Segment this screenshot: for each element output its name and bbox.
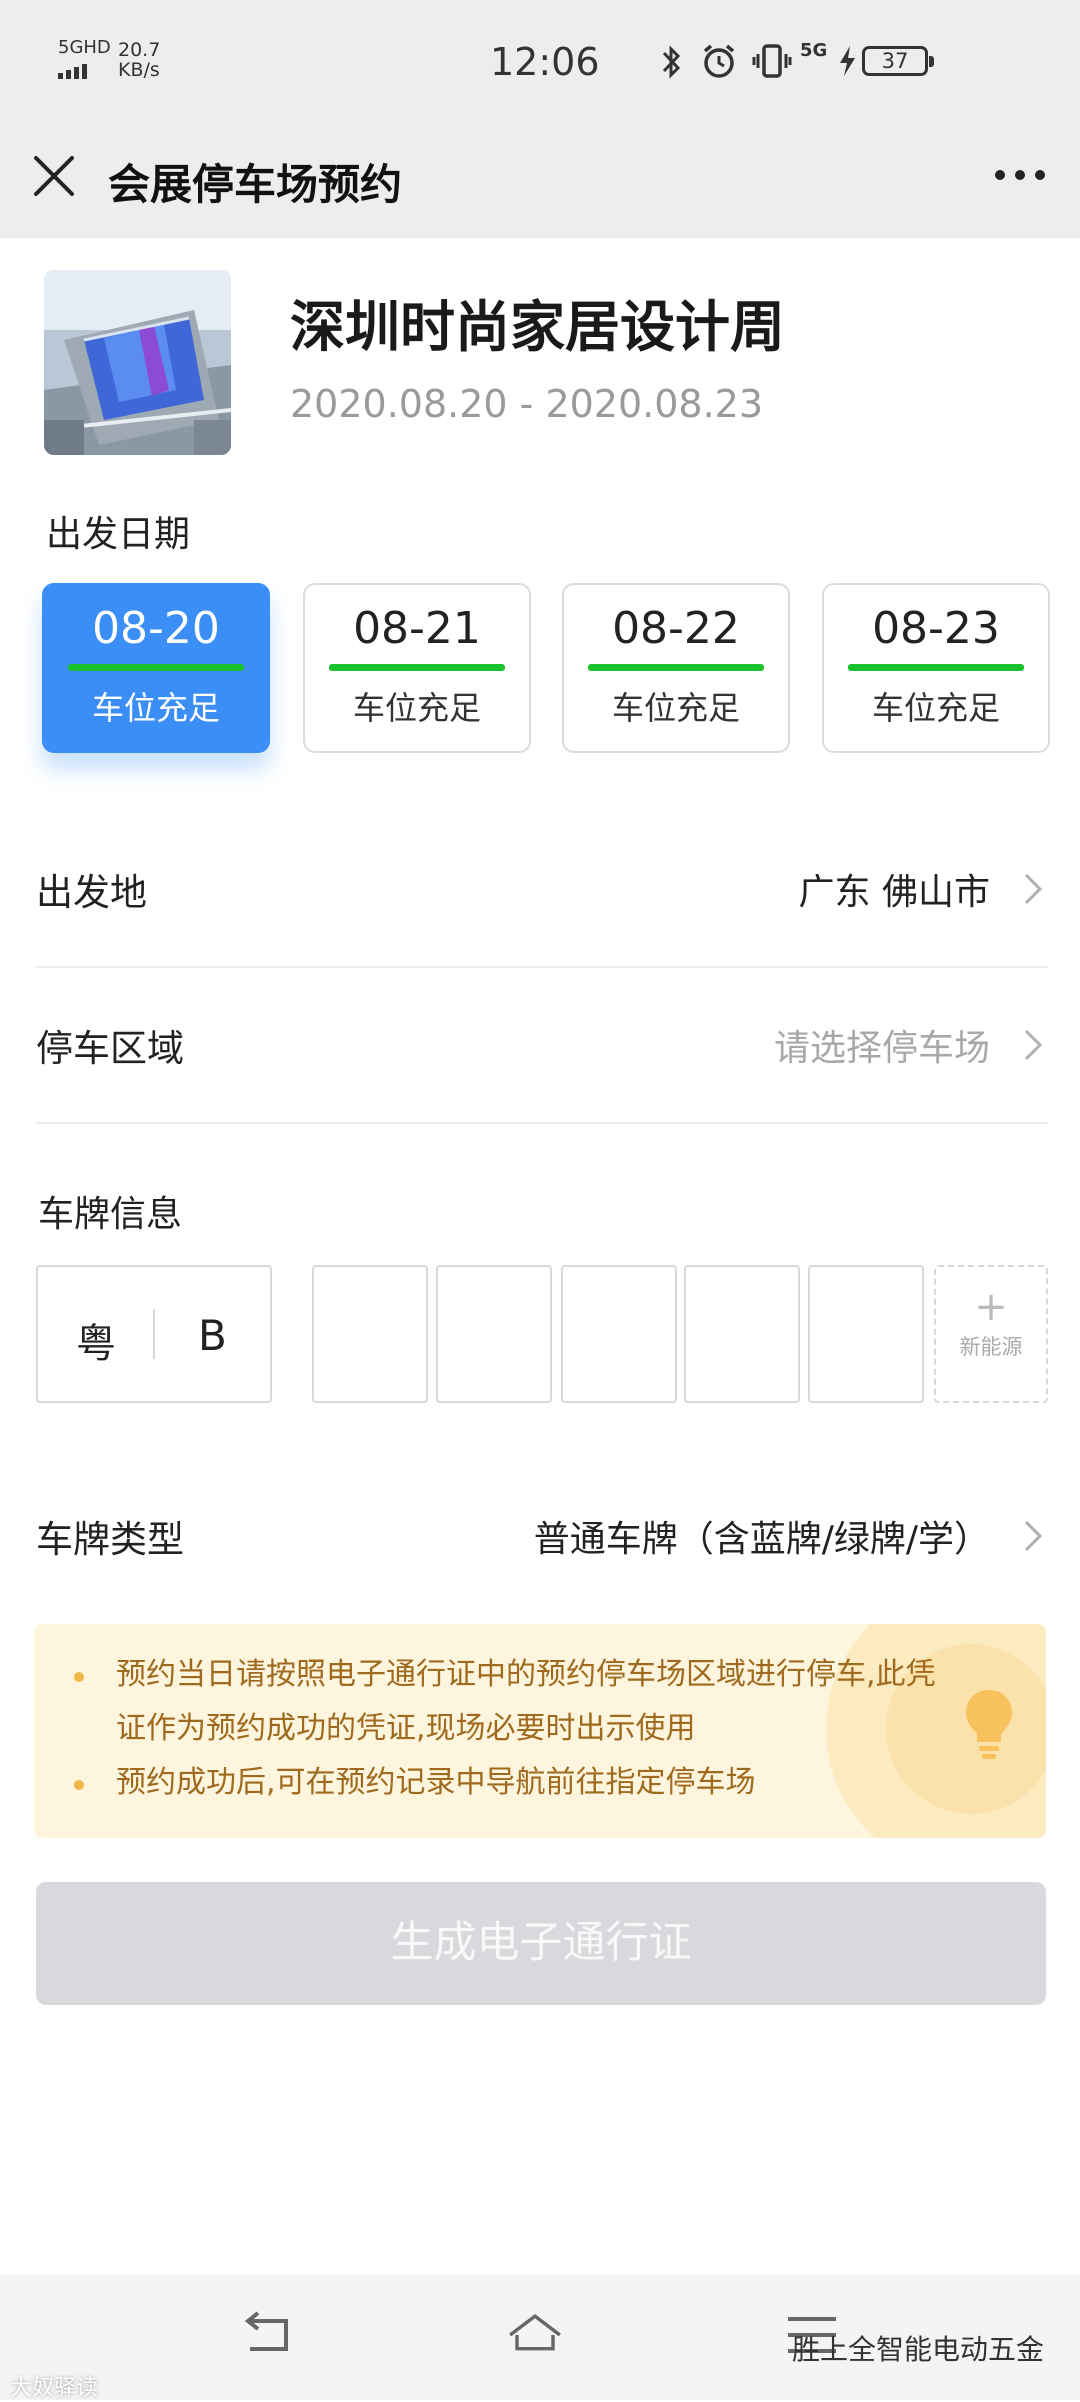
- notice-box: 预约当日请按照电子通行证中的预约停车场区域进行停车,此凭证作为预约成功的凭证,现…: [34, 1624, 1046, 1838]
- network-type: 5GHD: [58, 37, 111, 58]
- plate-type-label: 车牌类型: [36, 1518, 184, 1561]
- event-title: 深圳时尚家居设计周: [290, 295, 786, 359]
- date-option-status: 车位充足: [91, 689, 220, 727]
- date-option[interactable]: 08-21 车位充足: [303, 583, 531, 753]
- bluetooth-icon: [662, 45, 681, 79]
- availability-bar: [588, 664, 764, 671]
- date-option[interactable]: 08-23 车位充足: [822, 583, 1050, 753]
- chevron-right-icon: [1024, 1520, 1043, 1552]
- date-option[interactable]: 08-22 车位充足: [562, 583, 790, 753]
- chevron-right-icon: [1024, 873, 1043, 905]
- plate-prefix-selector[interactable]: 粤 B: [36, 1265, 272, 1403]
- more-icon[interactable]: [990, 149, 1050, 201]
- back-icon[interactable]: [238, 2305, 298, 2365]
- notice-item: 预约当日请按照电子通行证中的预约停车场区域进行停车,此凭证作为预约成功的凭证,现…: [74, 1648, 964, 1756]
- network-speed-value: 20.7: [118, 39, 161, 61]
- notice-item: 预约成功后,可在预约记录中导航前往指定停车场: [74, 1756, 964, 1810]
- plus-icon: +: [974, 1284, 1008, 1330]
- plate-char-input[interactable]: [436, 1265, 552, 1403]
- new-energy-label: 新能源: [959, 1335, 1023, 1359]
- generate-pass-button[interactable]: 生成电子通行证: [36, 1882, 1046, 2005]
- origin-row[interactable]: 出发地 广东 佛山市: [36, 812, 1048, 968]
- plate-char-input[interactable]: [312, 1265, 428, 1403]
- network-indicator: 5GHD: [58, 37, 111, 79]
- clock: 12:06: [490, 40, 600, 84]
- network-speed: 20.7 KB/s: [118, 40, 160, 80]
- date-option-date: 08-23: [872, 603, 1000, 654]
- signal-bars-icon: [58, 60, 90, 79]
- 5g-indicator: 5G: [800, 40, 828, 61]
- event-dates: 2020.08.20 - 2020.08.23: [290, 382, 764, 426]
- watermark-right: 胜上全智能电动五金: [791, 2333, 1044, 2366]
- origin-label: 出发地: [36, 871, 147, 914]
- date-option[interactable]: 08-20 车位充足: [42, 583, 270, 753]
- availability-bar: [848, 664, 1024, 671]
- plate-letter: B: [198, 1311, 227, 1360]
- event-thumbnail: [44, 270, 231, 455]
- lightbulb-icon: [966, 1690, 1012, 1759]
- chevron-right-icon: [1024, 1029, 1043, 1061]
- new-energy-plate-button[interactable]: + 新能源: [934, 1265, 1048, 1403]
- plate-type-row[interactable]: 车牌类型 普通车牌（含蓝牌/绿牌/学）: [36, 1458, 1048, 1614]
- charging-icon: [840, 46, 855, 76]
- notice-list: 预约当日请按照电子通行证中的预约停车场区域进行停车,此凭证作为预约成功的凭证,现…: [74, 1648, 964, 1810]
- parking-area-row[interactable]: 停车区域 请选择停车场: [36, 968, 1048, 1124]
- network-speed-unit: KB/s: [118, 59, 160, 81]
- alarm-icon: [703, 44, 735, 78]
- watermark-left: 大奴驿读: [10, 2376, 99, 2401]
- vibrate-icon: [752, 44, 792, 78]
- battery-indicator: 37: [862, 46, 934, 76]
- plate-char-input[interactable]: [808, 1265, 924, 1403]
- status-bar: 5GHD 20.7 KB/s 12:06 5G 37: [0, 0, 1080, 125]
- plate-province: 粤: [76, 1321, 116, 1367]
- date-option-date: 08-22: [612, 603, 740, 654]
- plate-char-input[interactable]: [684, 1265, 800, 1403]
- date-option-date: 08-21: [353, 603, 481, 654]
- departure-date-label: 出发日期: [46, 514, 191, 555]
- home-icon[interactable]: [505, 2305, 565, 2365]
- date-option-date: 08-20: [92, 603, 220, 654]
- date-option-status: 车位充足: [611, 689, 740, 727]
- availability-bar: [329, 664, 505, 671]
- parking-area-placeholder: 请选择停车场: [773, 1028, 990, 1069]
- parking-area-label: 停车区域: [36, 1027, 184, 1070]
- plate-type-value: 普通车牌（含蓝牌/绿牌/学）: [533, 1519, 990, 1560]
- availability-bar: [68, 664, 244, 671]
- plate-info-label: 车牌信息: [38, 1194, 183, 1235]
- date-option-status: 车位充足: [871, 689, 1000, 727]
- page-title: 会展停车场预约: [108, 160, 403, 209]
- plate-prefix-divider: [153, 1309, 155, 1359]
- plate-char-input[interactable]: [561, 1265, 677, 1403]
- nav-bar: 会展停车场预约: [0, 125, 1080, 238]
- origin-value: 广东 佛山市: [798, 872, 990, 913]
- date-option-status: 车位充足: [352, 689, 481, 727]
- close-icon[interactable]: [28, 150, 80, 202]
